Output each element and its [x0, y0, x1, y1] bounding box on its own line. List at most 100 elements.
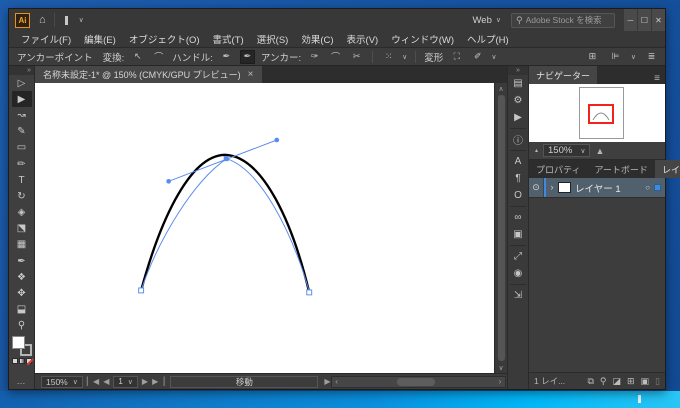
scale-tool[interactable]: ⬔	[12, 221, 32, 237]
adobe-stock-search-input[interactable]: ⚲ Adobe Stock を検索	[511, 12, 615, 28]
add-anchor-icon[interactable]: ✑	[307, 50, 322, 64]
preview-curve-path[interactable]	[140, 158, 310, 292]
export-icon[interactable]: ⇲	[509, 287, 527, 304]
artboard-tool[interactable]: ⬓	[12, 302, 32, 318]
rectangle-tool[interactable]: ▭	[12, 140, 32, 156]
status-display[interactable]: 移動	[170, 375, 319, 388]
scroll-up-icon[interactable]: ∧	[498, 83, 503, 94]
transform-button[interactable]: 変形	[424, 50, 443, 64]
zoom-in-icon[interactable]: ▲	[595, 146, 604, 156]
new-layer-icon[interactable]: ▣	[641, 376, 650, 387]
play-icon[interactable]: ▶	[509, 109, 527, 126]
vertical-scroll-thumb[interactable]	[497, 95, 505, 361]
tab-layers[interactable]: レイヤー	[654, 160, 680, 178]
windows-taskbar[interactable]	[0, 391, 680, 408]
handle-point-left[interactable]	[166, 178, 172, 184]
blend-tool[interactable]: ❖	[12, 269, 32, 285]
right-anchor-point[interactable]	[306, 289, 313, 296]
eraser-tool[interactable]: ◈	[12, 205, 32, 221]
paintbrush-tool[interactable]: ✎	[12, 124, 32, 140]
zoom-out-icon[interactable]: ▴	[535, 147, 538, 154]
hand-tool[interactable]: ✥	[12, 285, 32, 301]
workspace-switcher[interactable]: Web ∨	[473, 15, 502, 26]
opentype-icon[interactable]: O	[509, 187, 527, 204]
zoom-level-dropdown[interactable]: 150% ∨	[41, 375, 83, 388]
actions-icon[interactable]: ⚙	[509, 92, 527, 109]
first-artboard-icon[interactable]: ▏◀	[87, 377, 99, 386]
none-button[interactable]	[25, 358, 32, 364]
type-tool[interactable]: T	[12, 172, 32, 188]
previous-artboard-icon[interactable]: ◀	[103, 377, 109, 386]
fill-swatch[interactable]	[11, 336, 25, 349]
black-curve-path[interactable]	[139, 153, 311, 293]
mesh-tool[interactable]: ▦	[12, 237, 32, 253]
gradient-button[interactable]	[18, 358, 25, 364]
artboards-icon[interactable]: ▣	[509, 226, 527, 243]
visibility-eye-icon[interactable]: ⊙	[529, 178, 544, 197]
cut-path-icon[interactable]: ✂	[349, 50, 364, 64]
document-tab[interactable]: 名称未設定-1* @ 150% (CMYK/GPU プレビュー) ×	[35, 66, 262, 83]
new-sublayer-icon[interactable]: ⊞	[627, 376, 635, 387]
convert-to-corner-icon[interactable]: ↖	[130, 50, 145, 64]
appearance-icon[interactable]: ◉	[509, 265, 527, 282]
tab-artboards[interactable]: アートボード	[587, 160, 654, 178]
tab-navigator[interactable]: ナビゲーター	[529, 66, 598, 84]
navigator-zoom-dropdown[interactable]: 150% ∨	[543, 144, 591, 157]
layer-thumbnail[interactable]	[558, 182, 571, 193]
close-tab-icon[interactable]: ×	[248, 69, 254, 80]
curvature-tool[interactable]: ↝	[12, 107, 32, 123]
left-anchor-point[interactable]	[138, 287, 145, 294]
layer-name[interactable]: レイヤー 1	[575, 181, 621, 195]
artboard-canvas[interactable]	[35, 83, 494, 373]
zoom-tool[interactable]: ⚲	[12, 318, 32, 334]
next-artboard-icon[interactable]: ▶	[142, 377, 148, 386]
options-list-icon[interactable]: ≣	[644, 50, 659, 64]
remove-anchor-icon[interactable]: ⌒	[328, 50, 343, 64]
handle-point-right[interactable]	[274, 137, 280, 143]
character-icon[interactable]: A	[509, 153, 527, 170]
menu-select[interactable]: 選択(S)	[257, 32, 289, 46]
isolate-selection-icon[interactable]: ⛶	[449, 50, 464, 64]
selected-anchor-point[interactable]	[223, 156, 229, 162]
close-button[interactable]: ✕	[652, 9, 665, 31]
hide-handles-icon[interactable]: ✒	[239, 49, 255, 64]
edit-toolbar-icon[interactable]: …	[17, 376, 27, 389]
home-icon[interactable]: ⌂	[39, 14, 46, 26]
layer-row[interactable]: ⊙ › レイヤー 1 ○	[529, 178, 665, 198]
tab-properties[interactable]: プロパティ	[529, 160, 587, 178]
direct-selection-tool[interactable]: ▶	[11, 91, 32, 108]
maximize-button[interactable]: ☐	[638, 9, 651, 31]
transform-icon[interactable]: ⤢	[509, 248, 527, 265]
rotate-tool[interactable]: ↻	[12, 188, 32, 204]
selection-tool[interactable]: ▷	[12, 75, 32, 91]
vertical-scrollbar[interactable]: ∧ ∨	[494, 83, 507, 373]
expand-layer-icon[interactable]: ›	[546, 182, 558, 193]
pencil-tool[interactable]: ✏	[12, 156, 32, 172]
tools-collapse-icon[interactable]: »	[9, 66, 34, 75]
scroll-left-icon[interactable]: ‹	[332, 377, 342, 386]
make-mask-icon[interactable]: ◪	[612, 376, 621, 387]
arrange-documents-button[interactable]: ∨	[62, 15, 84, 25]
snap-grid-icon[interactable]: ⁙	[381, 50, 396, 64]
minimize-button[interactable]: ─	[624, 9, 637, 31]
collect-export-icon[interactable]: ⧉	[587, 376, 593, 387]
delete-layer-icon[interactable]: ▯	[655, 376, 660, 387]
layer-selected-indicator[interactable]	[654, 184, 661, 191]
recolor-artwork-icon[interactable]: ✐	[470, 50, 485, 64]
scroll-down-icon[interactable]: ∨	[498, 362, 503, 373]
document-setup-icon[interactable]: ⊞	[585, 50, 600, 64]
menu-file[interactable]: ファイル(F)	[21, 32, 71, 46]
dock-collapse-icon[interactable]: »	[508, 66, 528, 75]
fill-stroke-swatches[interactable]	[11, 336, 32, 356]
menu-edit[interactable]: 編集(E)	[84, 32, 116, 46]
locate-object-icon[interactable]: ⚲	[600, 376, 607, 387]
horizontal-scrollbar[interactable]: ‹ ›	[330, 375, 506, 388]
layers-panel-body[interactable]	[529, 198, 665, 372]
info-icon[interactable]: ⓘ	[509, 131, 527, 148]
navigator-preview[interactable]	[529, 84, 665, 142]
menu-type[interactable]: 書式(T)	[213, 32, 244, 46]
menu-window[interactable]: ウィンドウ(W)	[391, 32, 454, 46]
libraries-icon[interactable]: ▤	[509, 75, 527, 92]
horizontal-scroll-thumb[interactable]	[397, 377, 436, 386]
last-artboard-icon[interactable]: ▶▕	[152, 377, 164, 386]
